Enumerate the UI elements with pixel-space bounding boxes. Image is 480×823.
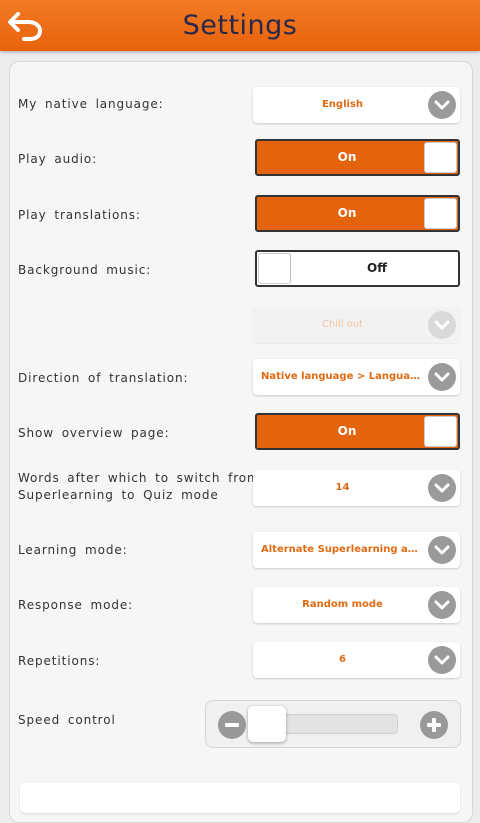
learning-mode-dropdown[interactable]: Alternate Superlearning and... [253,532,460,568]
switch-words-label: Words after which to switch from Superle… [18,470,260,504]
learning-mode-label: Learning mode: [18,543,128,557]
speed-slider [205,700,461,748]
switch-words-label-line2: Superlearning to Quiz mode [18,488,219,502]
chevron-down-icon [428,591,456,619]
overview-state: On [337,424,357,438]
chevron-down-icon [428,536,456,564]
switch-words-value: 14 [335,482,350,493]
learning-mode-value: Alternate Superlearning and... [261,544,424,555]
switch-words-dropdown[interactable]: 14 [253,470,460,506]
play-translations-state: On [337,206,357,220]
response-mode-value: Random mode [302,599,383,610]
repetitions-label: Repetitions: [18,654,101,668]
direction-dropdown[interactable]: Native language > Language... [253,359,460,395]
overview-label: Show overview page: [18,426,170,440]
play-translations-toggle[interactable]: On [255,195,460,232]
speed-slider-thumb[interactable] [248,706,286,742]
repetitions-value: 6 [339,654,346,665]
speed-label: Speed control [18,713,116,727]
overview-toggle[interactable]: On [255,413,460,450]
chevron-down-icon [428,474,456,502]
native-language-label: My native language: [18,97,164,111]
direction-value: Native language > Language... [261,371,424,382]
page-title: Settings [182,10,298,41]
direction-label: Direction of translation: [18,371,189,385]
switch-words-label-line1: Words after which to switch from [18,471,260,485]
toggle-knob [424,416,457,447]
chevron-down-icon [428,311,456,339]
header-bar: Settings [0,0,480,51]
decrease-speed-button[interactable] [218,711,246,739]
music-track-value: Chill out [321,319,364,330]
chevron-down-icon [428,646,456,674]
toggle-knob [424,142,457,173]
repetitions-dropdown[interactable]: 6 [253,642,460,678]
background-music-state: Off [367,261,387,275]
play-audio-state: On [337,150,357,164]
background-music-toggle[interactable]: Off [255,250,460,287]
play-audio-label: Play audio: [18,152,98,166]
response-mode-label: Response mode: [18,598,134,612]
music-track-dropdown: Chill out [253,307,460,343]
play-translations-label: Play translations: [18,208,141,222]
background-music-label: Background music: [18,263,152,277]
increase-speed-button[interactable] [420,711,448,739]
plus-icon [427,718,441,732]
chevron-down-icon [428,363,456,391]
native-language-value: English [321,99,364,110]
play-audio-toggle[interactable]: On [255,139,460,176]
toggle-knob [424,198,457,229]
response-mode-dropdown[interactable]: Random mode [253,587,460,623]
bottom-card [20,783,460,813]
chevron-down-icon [428,91,456,119]
native-language-dropdown[interactable]: English [253,87,460,123]
minus-icon [225,723,239,727]
